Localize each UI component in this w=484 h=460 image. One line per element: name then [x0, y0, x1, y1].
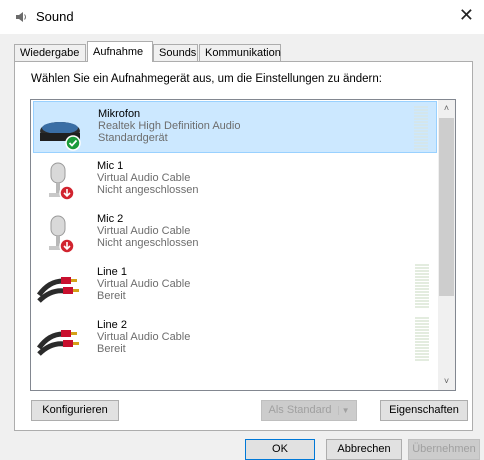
cancel-button[interactable]: Abbrechen [326, 439, 402, 460]
tab-aufnahme[interactable]: Aufnahme [87, 41, 153, 62]
microphone-icon [49, 215, 75, 254]
configure-button[interactable]: Konfigurieren [31, 400, 119, 421]
default-check-badge-icon [65, 135, 81, 151]
line-in-cable-icon [36, 330, 79, 356]
headset-microphone-icon [40, 122, 81, 151]
set-default-arrow-icon[interactable]: ▼ [337, 406, 350, 415]
device-status: Standardgerät [98, 132, 168, 144]
device-row-line-2[interactable]: Line 2 Virtual Audio Cable Bereit [33, 313, 437, 365]
speaker-icon [16, 12, 26, 22]
device-status: Bereit [97, 290, 126, 302]
scroll-thumb[interactable] [439, 118, 454, 296]
device-driver: Virtual Audio Cable [97, 225, 191, 237]
device-row-mic-2[interactable]: Mic 2 Virtual Audio Cable Nicht angeschl… [33, 207, 437, 259]
microphone-icon [49, 162, 75, 201]
device-name: Line 1 [97, 266, 127, 278]
level-meter [415, 317, 429, 363]
vertical-scrollbar[interactable]: ˄ ˅ [438, 100, 455, 390]
device-name: Line 2 [97, 319, 127, 331]
apply-button[interactable]: Übernehmen [408, 439, 480, 460]
properties-button[interactable]: Eigenschaften [380, 400, 468, 421]
set-default-button[interactable]: Als Standard ▼ [261, 400, 357, 421]
window-title: Sound [36, 9, 74, 24]
device-row-mikrofon[interactable]: Mikrofon Realtek High Definition Audio S… [33, 101, 437, 153]
scroll-down-icon[interactable]: ˅ [438, 373, 455, 390]
instruction-text: Wählen Sie ein Aufnahmegerät aus, um die… [31, 73, 382, 85]
device-driver: Realtek High Definition Audio [98, 120, 241, 132]
device-name: Mic 1 [97, 160, 124, 172]
scroll-up-icon[interactable]: ˄ [438, 100, 455, 117]
recording-panel: Wählen Sie ein Aufnahmegerät aus, um die… [14, 61, 473, 431]
level-meter [415, 264, 429, 310]
level-meter [414, 106, 428, 152]
ok-button[interactable]: OK [245, 439, 315, 460]
device-status: Nicht angeschlossen [97, 184, 199, 196]
device-status: Nicht angeschlossen [97, 237, 199, 249]
title-bar: Sound ✕ [0, 0, 484, 34]
device-status: Bereit [97, 343, 126, 355]
device-driver: Virtual Audio Cable [97, 331, 191, 343]
tab-kommunikation[interactable]: Kommunikation [199, 44, 281, 61]
device-name: Mic 2 [97, 213, 124, 225]
device-name: Mikrofon [98, 108, 141, 120]
close-icon[interactable]: ✕ [459, 6, 474, 24]
device-driver: Virtual Audio Cable [97, 278, 191, 290]
line-in-cable-icon [36, 277, 79, 303]
device-row-line-1[interactable]: Line 1 Virtual Audio Cable Bereit [33, 260, 437, 312]
set-default-label: Als Standard [268, 404, 332, 416]
device-driver: Virtual Audio Cable [97, 172, 191, 184]
tab-wiedergabe[interactable]: Wiedergabe [14, 44, 86, 61]
device-list[interactable]: Mikrofon Realtek High Definition Audio S… [30, 99, 456, 391]
device-row-mic-1[interactable]: Mic 1 Virtual Audio Cable Nicht angeschl… [33, 154, 437, 206]
tab-sounds[interactable]: Sounds [153, 44, 198, 61]
